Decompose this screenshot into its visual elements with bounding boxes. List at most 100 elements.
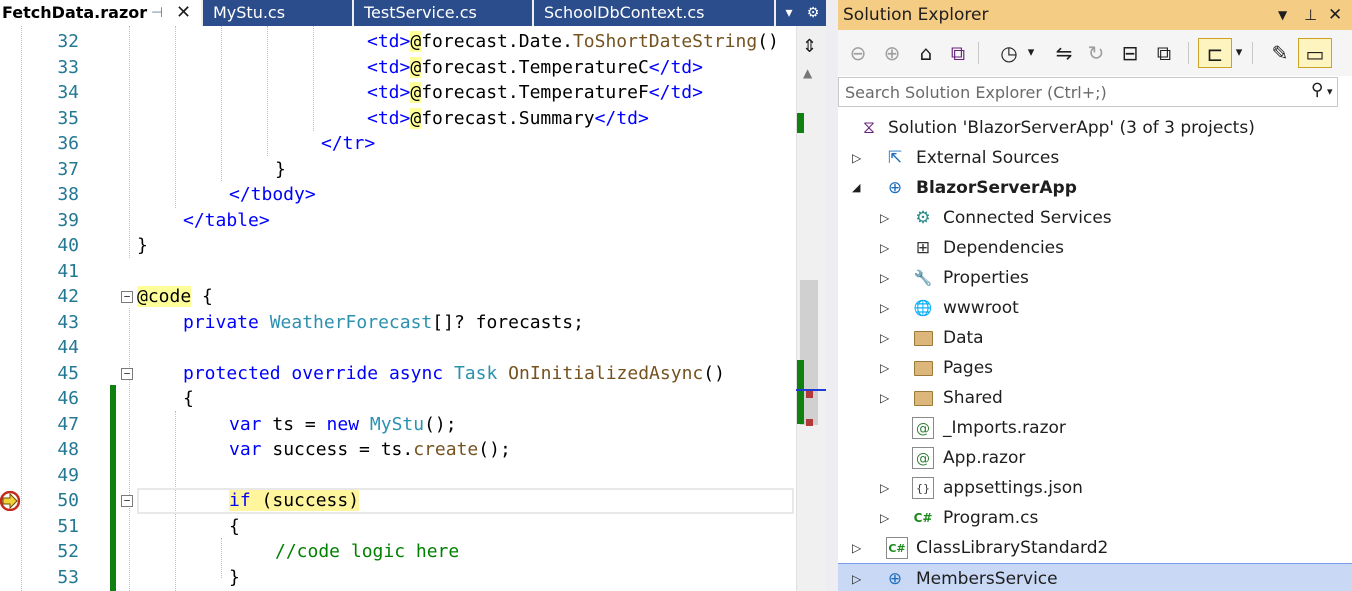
close-panel-icon[interactable]: ✕ <box>1328 0 1342 30</box>
tab-settings-gear-icon[interactable]: ⚙ <box>803 0 823 26</box>
tab-overflow-dropdown-icon[interactable]: ▾ <box>779 0 799 26</box>
code-line-44[interactable]: 44 <box>0 335 796 361</box>
tree-node-dependencies[interactable]: ▷ ⊞ Dependencies <box>838 233 1352 263</box>
code-token: create <box>413 439 479 460</box>
code-line-48[interactable]: 48 var success = ts.create(); <box>0 437 796 463</box>
collapse-toggle[interactable]: − <box>121 291 133 303</box>
preview-dropdown-icon[interactable]: ▾ <box>1232 38 1246 68</box>
scroll-up-arrow-icon[interactable]: ▲ <box>803 66 812 80</box>
tree-node-classlibrarystandard2[interactable]: ▷ C# ClassLibraryStandard2 <box>838 533 1352 563</box>
tree-node-membersservice[interactable]: ▷ ⊕ MembersService <box>838 563 1352 591</box>
line-number: 36 <box>57 133 79 154</box>
code-token: () <box>757 31 779 52</box>
code-token: override <box>291 362 379 384</box>
tree-node-properties[interactable]: ▷ 🔧 Properties <box>838 263 1352 293</box>
code-line-51[interactable]: 51 { <box>0 514 796 540</box>
switch-views-icon[interactable]: ⧉ <box>944 38 972 68</box>
show-all-files-icon[interactable]: ⧉ <box>1150 38 1178 68</box>
code-line-47[interactable]: 47 var ts = new MyStu(); <box>0 412 796 438</box>
code-line-49[interactable]: 49 <box>0 463 796 489</box>
code-line-50[interactable]: 50 − if (success) <box>0 488 796 514</box>
tab-testservice-cs[interactable]: TestService.cs <box>354 0 532 26</box>
code-line-38[interactable]: 38 </tbody> <box>0 182 796 208</box>
tab-mystu-cs[interactable]: MyStu.cs <box>203 0 352 26</box>
tree-node-shared-folder[interactable]: ▷ Shared <box>838 383 1352 413</box>
expand-arrow-icon[interactable]: ▷ <box>880 323 889 353</box>
tree-node-solution[interactable]: ⧖ Solution 'BlazorServerApp' (3 of 3 pro… <box>838 113 1352 143</box>
code-line-35[interactable]: 35 <td>@forecast.Summary</td> <box>0 106 796 132</box>
tree-node-blazorserverapp[interactable]: ◢ ⊕ BlazorServerApp <box>838 173 1352 203</box>
tree-node-pages-folder[interactable]: ▷ Pages <box>838 353 1352 383</box>
tab-schooldbcontext-cs[interactable]: SchoolDbContext.cs <box>534 0 774 26</box>
tree-node-imports-razor[interactable]: @ _Imports.razor <box>838 413 1352 443</box>
properties-wrench-icon[interactable]: ✎ <box>1266 38 1294 68</box>
close-tab-icon[interactable]: ✕ <box>176 0 191 26</box>
search-options-dropdown-icon[interactable]: ▾ <box>1327 80 1333 104</box>
line-number: 38 <box>57 184 79 205</box>
expand-arrow-icon[interactable]: ▷ <box>880 383 889 413</box>
code-line-37[interactable]: 37 } <box>0 157 796 183</box>
code-line-32[interactable]: 32 <td>@forecast.Date.ToShortDateString(… <box>0 29 796 55</box>
line-number: 35 <box>57 107 79 129</box>
search-input[interactable] <box>845 80 1305 104</box>
code-line-33[interactable]: 33 <td>@forecast.TemperatureC</td> <box>0 55 796 81</box>
tree-node-external-sources[interactable]: ▷ ⇱ External Sources <box>838 143 1352 173</box>
code-token: @code <box>137 286 192 307</box>
code-line-52[interactable]: 52 //code logic here <box>0 539 796 565</box>
split-window-icon[interactable]: ⇕ <box>802 36 817 57</box>
code-token: MyStu <box>369 413 425 435</box>
expand-arrow-icon[interactable]: ▷ <box>852 143 861 173</box>
back-icon[interactable]: ⊖ <box>844 38 872 68</box>
expand-arrow-icon[interactable]: ▷ <box>880 203 889 233</box>
pending-changes-toggle-icon[interactable]: ▭ <box>1298 38 1332 68</box>
tree-node-appsettings-json[interactable]: ▷ {} appsettings.json <box>838 473 1352 503</box>
window-position-dropdown-icon[interactable]: ▼ <box>1278 0 1287 30</box>
forward-icon[interactable]: ⊕ <box>878 38 906 68</box>
code-token: forecast <box>421 31 508 52</box>
expand-arrow-icon[interactable]: ▷ <box>880 233 889 263</box>
code-line-39[interactable]: 39 </table> <box>0 208 796 234</box>
tree-node-app-razor[interactable]: @ App.razor <box>838 443 1352 473</box>
pane-splitter[interactable] <box>826 0 838 591</box>
collapse-toggle[interactable]: − <box>121 367 133 380</box>
refresh-icon[interactable]: ↻ <box>1082 38 1110 68</box>
tree-node-wwwroot[interactable]: ▷ 🌐 wwwroot <box>838 293 1352 323</box>
code-editor[interactable]: 32 <td>@forecast.Date.ToShortDateString(… <box>0 26 826 591</box>
pending-changes-filter-icon[interactable]: ◷ <box>995 38 1023 68</box>
expand-arrow-icon[interactable]: ▷ <box>880 263 889 293</box>
code-line-42[interactable]: 42 − @code { <box>0 284 796 310</box>
collapse-all-icon[interactable]: ⊟ <box>1116 38 1144 68</box>
home-icon[interactable]: ⌂ <box>912 38 940 68</box>
tab-controls: ▾ ⚙ <box>776 0 826 26</box>
code-token: async <box>388 362 444 384</box>
code-line-45[interactable]: 45 − protected override async Task OnIni… <box>0 361 796 387</box>
tree-node-program-cs[interactable]: ▷ C# Program.cs <box>838 503 1352 533</box>
search-icon[interactable]: ⚲ <box>1311 80 1323 100</box>
preview-selected-items-icon[interactable]: ⊏ <box>1198 38 1232 68</box>
expand-arrow-icon[interactable]: ▷ <box>880 293 889 323</box>
expand-arrow-icon[interactable]: ▷ <box>852 564 861 591</box>
code-text: @code { <box>137 284 213 310</box>
tree-node-connected-services[interactable]: ▷ ⚙ Connected Services <box>838 203 1352 233</box>
code-line-41[interactable]: 41 <box>0 259 796 285</box>
expand-arrow-icon[interactable]: ▷ <box>852 533 861 563</box>
web-project-icon: ⊕ <box>887 178 903 198</box>
expand-arrow-icon[interactable]: ▷ <box>880 353 889 383</box>
collapse-toggle[interactable]: − <box>121 495 133 507</box>
expand-arrow-icon[interactable]: ▷ <box>880 473 889 503</box>
code-line-43[interactable]: 43 private WeatherForecast[]? forecasts; <box>0 310 796 336</box>
code-line-53[interactable]: 53 } <box>0 565 796 591</box>
code-line-36[interactable]: 36 </tr> <box>0 131 796 157</box>
tab-fetchdata-razor[interactable]: FetchData.razor ⊣ ✕ <box>0 0 201 26</box>
tree-node-data-folder[interactable]: ▷ Data <box>838 323 1352 353</box>
tree-node-label: External Sources <box>916 148 1060 168</box>
expand-arrow-icon[interactable]: ▷ <box>880 503 889 533</box>
auto-hide-pin-icon[interactable]: ⊥ <box>1304 0 1317 30</box>
code-line-46[interactable]: 46 { <box>0 386 796 412</box>
collapse-arrow-icon[interactable]: ◢ <box>852 173 860 203</box>
code-line-34[interactable]: 34 <td>@forecast.TemperatureF</td> <box>0 80 796 106</box>
code-line-40[interactable]: 40 } <box>0 233 796 259</box>
pending-changes-dropdown-icon[interactable]: ▾ <box>1024 38 1038 68</box>
pin-tab-icon[interactable]: ⊣ <box>151 0 163 26</box>
sync-with-document-icon[interactable]: ⇋ <box>1050 38 1078 68</box>
